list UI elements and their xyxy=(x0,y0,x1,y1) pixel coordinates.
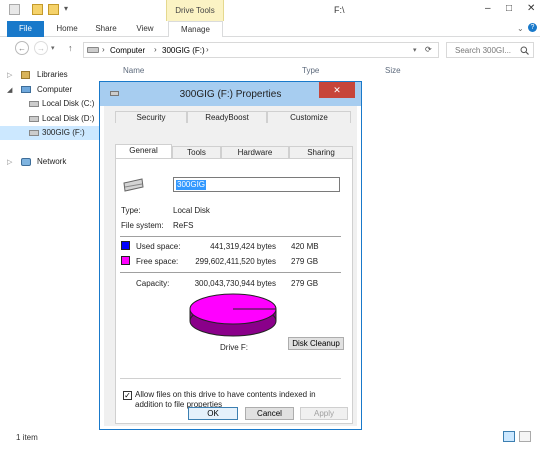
back-button[interactable]: ← xyxy=(15,41,29,55)
drive-icon xyxy=(29,116,39,122)
capacity-size: 279 GB xyxy=(291,279,319,288)
drive-icon xyxy=(87,47,99,53)
details-view-icon[interactable] xyxy=(503,431,515,442)
breadcrumb-computer[interactable]: Computer xyxy=(110,46,145,55)
ok-button[interactable]: OK xyxy=(188,407,238,420)
disk-usage-pie xyxy=(189,293,277,337)
properties-dialog: 300GIG (F:) Properties ✕ Security ReadyB… xyxy=(99,81,362,430)
search-icon xyxy=(520,46,529,55)
free-space-size: 279 GB xyxy=(291,257,319,266)
type-label: Type: xyxy=(121,206,141,215)
sidebar-item-network[interactable]: ▷ Network xyxy=(0,155,112,169)
up-button[interactable]: ↑ xyxy=(68,43,73,53)
type-value: Local Disk xyxy=(173,206,210,215)
sidebar-item-computer[interactable]: ◢ Computer xyxy=(0,83,112,97)
minimize-button[interactable]: – xyxy=(485,3,491,14)
drive-caption: Drive F: xyxy=(220,343,248,352)
qat-dropdown-icon[interactable]: ▾ xyxy=(64,4,68,13)
index-checkbox[interactable]: ✓ xyxy=(123,391,132,400)
file-system-value: ReFS xyxy=(173,221,194,230)
expand-icon[interactable]: ▷ xyxy=(7,156,12,170)
used-space-swatch xyxy=(121,241,130,250)
dialog-body: Security ReadyBoost Customize General To… xyxy=(104,106,357,426)
forward-button[interactable]: → xyxy=(34,41,48,55)
dialog-title-bar: 300GIG (F:) Properties ✕ xyxy=(100,82,361,106)
search-placeholder: Search 300GI... xyxy=(455,46,512,55)
address-bar[interactable]: › Computer › 300GIG (F:) › ▾ ⟳ xyxy=(83,42,439,58)
title-bar: ▾ xyxy=(0,0,540,21)
drive-icon xyxy=(123,178,144,192)
free-space-swatch xyxy=(121,256,130,265)
tab-file[interactable]: File xyxy=(7,21,44,37)
sidebar-item-drive-f[interactable]: 300GIG (F:) xyxy=(0,126,112,140)
free-space-label: Free space: xyxy=(136,257,179,266)
tab-tools[interactable]: Tools xyxy=(172,146,221,158)
sidebar-item-libraries[interactable]: ▷ Libraries xyxy=(0,68,112,82)
tab-home[interactable]: Home xyxy=(52,21,82,37)
help-icon[interactable]: ? xyxy=(528,23,537,32)
tab-sharing[interactable]: Sharing xyxy=(289,146,353,158)
ribbon-tabs: File Home Share View Manage ⌄ ? xyxy=(0,21,540,38)
file-system-label: File system: xyxy=(121,221,164,230)
tab-hardware[interactable]: Hardware xyxy=(221,146,289,158)
separator xyxy=(120,378,341,379)
address-dropdown-icon[interactable]: ▾ xyxy=(413,46,417,54)
collapse-icon[interactable]: ◢ xyxy=(7,84,12,98)
used-space-bytes: 441,319,424 bytes xyxy=(210,242,276,251)
system-menu-icon[interactable] xyxy=(9,4,20,15)
used-space-size: 420 MB xyxy=(291,242,319,251)
tab-security[interactable]: Security xyxy=(115,111,187,123)
capacity-label: Capacity: xyxy=(136,279,170,288)
dialog-close-button[interactable]: ✕ xyxy=(319,82,355,98)
expand-icon[interactable]: ▷ xyxy=(7,69,12,83)
disk-cleanup-button[interactable]: Disk Cleanup xyxy=(288,337,344,350)
drive-icon xyxy=(29,101,39,107)
maximize-button[interactable]: □ xyxy=(506,3,512,14)
large-icons-view-icon[interactable] xyxy=(519,431,531,442)
drive-tools-context-label: Drive Tools xyxy=(166,0,224,21)
tab-general[interactable]: General xyxy=(115,144,172,158)
status-bar: 1 item xyxy=(0,428,540,450)
tab-readyboost[interactable]: ReadyBoost xyxy=(187,111,267,123)
free-space-bytes: 299,602,411,520 bytes xyxy=(195,257,276,266)
window-title: F:\ xyxy=(334,5,345,15)
recent-locations-icon[interactable]: ▾ xyxy=(51,44,55,52)
sidebar-item-drive-c[interactable]: Local Disk (C:) xyxy=(0,97,112,111)
tab-view[interactable]: View xyxy=(130,21,160,37)
separator xyxy=(120,272,341,273)
tab-customize[interactable]: Customize xyxy=(267,111,351,123)
cancel-button[interactable]: Cancel xyxy=(245,407,294,420)
address-row: ← → ▾ ↑ › Computer › 300GIG (F:) › ▾ ⟳ S… xyxy=(0,37,540,61)
network-icon xyxy=(21,158,31,166)
properties-icon[interactable] xyxy=(32,4,43,15)
sidebar-item-drive-d[interactable]: Local Disk (D:) xyxy=(0,112,112,126)
tab-manage[interactable]: Manage xyxy=(168,21,223,38)
general-tab-panel: 300GIG Type: Local Disk File system: ReF… xyxy=(115,158,353,424)
used-space-label: Used space: xyxy=(136,242,181,251)
close-button[interactable]: ✕ xyxy=(527,3,535,14)
new-folder-icon[interactable] xyxy=(48,4,59,15)
navigation-pane: ▷ Libraries ◢ Computer Local Disk (C:) L… xyxy=(0,61,112,428)
breadcrumb-drive[interactable]: 300GIG (F:) xyxy=(162,46,205,55)
apply-button[interactable]: Apply xyxy=(300,407,348,420)
refresh-icon[interactable]: ⟳ xyxy=(425,45,432,54)
column-header-name[interactable]: Name xyxy=(123,66,144,75)
search-input[interactable]: Search 300GI... xyxy=(446,42,534,58)
separator xyxy=(120,236,341,237)
column-header-type[interactable]: Type xyxy=(302,66,319,75)
drive-icon xyxy=(29,130,39,136)
item-count: 1 item xyxy=(16,433,38,442)
libraries-icon xyxy=(21,71,30,79)
tab-share[interactable]: Share xyxy=(91,21,121,37)
drive-name-input[interactable]: 300GIG xyxy=(173,177,340,192)
capacity-bytes: 300,043,730,944 bytes xyxy=(194,279,276,288)
ribbon-expand-icon[interactable]: ⌄ xyxy=(517,24,524,33)
computer-icon xyxy=(21,86,31,93)
column-header-size[interactable]: Size xyxy=(385,66,401,75)
